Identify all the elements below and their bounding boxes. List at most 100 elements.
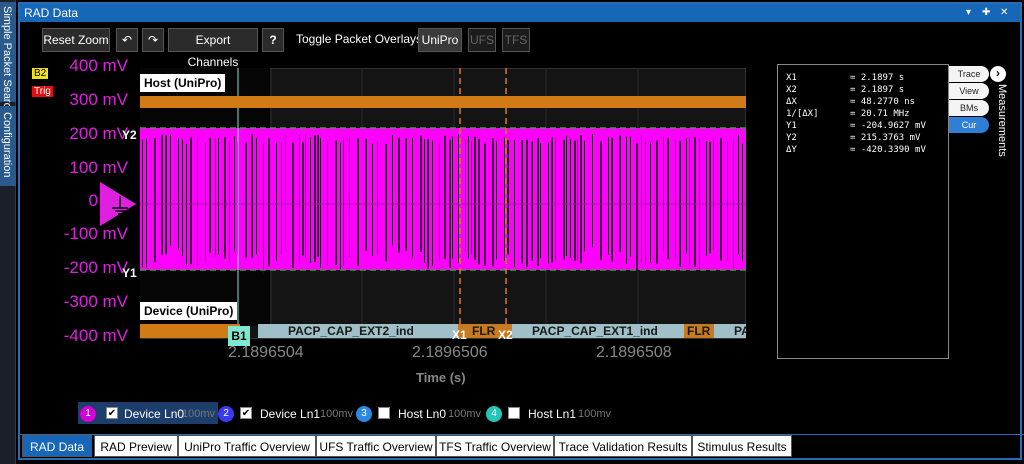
signal-gap <box>444 135 446 259</box>
y-tick: -300 mV <box>63 292 128 311</box>
overlay-unipro-toggle[interactable]: UniPro <box>418 28 462 52</box>
signal-gap <box>531 141 533 261</box>
channel-checkbox[interactable]: ✔ <box>106 407 118 419</box>
overlay-ufs-toggle[interactable]: UFS <box>468 28 496 52</box>
decode-segment-flr[interactable]: FLR <box>684 324 714 338</box>
signal-gap <box>619 135 621 252</box>
signal-gap <box>285 135 286 252</box>
channel-checkbox[interactable]: ✔ <box>240 407 252 419</box>
measurements-tab-cur[interactable]: Cur <box>949 117 989 133</box>
signal-gap <box>507 140 509 255</box>
reset-zoom-button[interactable]: Reset Zoom <box>42 28 110 52</box>
pin-icon[interactable]: ✚ <box>982 4 990 22</box>
signal-gap <box>555 137 556 261</box>
app-root: Simple Packet Search Configuration RAD D… <box>0 0 1024 464</box>
tab-trace-validation-results[interactable]: Trace Validation Results <box>554 435 692 457</box>
signal-gap <box>256 137 257 255</box>
signal-gap <box>317 134 319 257</box>
signal-gap <box>611 137 613 262</box>
signal-gap <box>709 141 711 254</box>
y2-cursor-label[interactable]: Y2 <box>122 128 137 142</box>
signal-gap <box>663 136 664 251</box>
measurements-tab-view[interactable]: View <box>949 83 989 99</box>
rail-tab-simple-packet-search[interactable]: Simple Packet Search <box>0 2 16 114</box>
measurements-side-label[interactable]: Measurements <box>996 84 1008 157</box>
channel-2[interactable]: 2 ✔ Device Ln1 100mv <box>218 404 358 424</box>
signal-gap <box>566 135 567 256</box>
signal-gap <box>251 134 253 258</box>
signal-gap <box>656 140 658 264</box>
tab-rad-preview[interactable]: RAD Preview <box>94 435 178 457</box>
tab-unipro-traffic-overview[interactable]: UniPro Traffic Overview <box>178 435 316 457</box>
tab-tfs-traffic-overview[interactable]: TFS Traffic Overview <box>436 435 554 457</box>
signal-gap <box>372 143 373 256</box>
signal-gap <box>521 140 523 264</box>
signal-gap <box>492 138 494 267</box>
measurements-tab-bms[interactable]: BMs <box>949 100 989 116</box>
signal-gap <box>365 138 367 251</box>
signal-gap <box>398 137 400 253</box>
channel-checkbox[interactable] <box>508 407 520 419</box>
overlay-tfs-toggle[interactable]: TFS <box>502 28 530 52</box>
x1-cursor-label[interactable]: X1 <box>452 328 467 342</box>
channel-1[interactable]: 1 ✔ Device Ln0 100mv <box>80 404 220 424</box>
signal-gap <box>689 136 690 267</box>
export-channels-button[interactable]: Export Channels <box>168 28 258 69</box>
redo-icon[interactable]: ↷ <box>142 28 164 52</box>
x-tick: 2.1896504 <box>228 344 304 361</box>
measurements-tab-trace[interactable]: Trace <box>949 66 989 82</box>
rail-tab-label: Configuration <box>1 112 13 178</box>
signal-gap <box>146 139 147 268</box>
y-tick: -100 mV <box>63 224 128 243</box>
help-button[interactable]: ? <box>262 28 284 52</box>
signal-gap <box>504 137 505 262</box>
toggle-overlays-label: Toggle Packet Overlays: <box>296 32 426 46</box>
x2-cursor-label[interactable]: X2 <box>498 328 513 342</box>
y-tick: 200 mV <box>69 124 128 143</box>
signal-gap <box>302 142 304 256</box>
expand-icon[interactable]: › <box>990 66 1006 82</box>
channel-name: Device Ln1 <box>260 407 321 421</box>
y-tick: -200 mV <box>63 258 128 277</box>
signal-gap <box>305 134 306 259</box>
signal-gap <box>281 141 282 255</box>
ground-marker-icon[interactable] <box>100 182 140 226</box>
close-icon[interactable]: ✕ <box>1000 4 1008 22</box>
y1-cursor-label[interactable]: Y1 <box>122 266 137 280</box>
rail-tab-configuration[interactable]: Configuration <box>0 106 16 186</box>
decode-segment[interactable]: PACP_CAP_EXT1_ind <box>512 324 684 338</box>
signal-gap <box>165 135 167 255</box>
channel-number-badge: 3 <box>356 406 372 422</box>
tab-rad-data[interactable]: RAD Data <box>22 435 92 457</box>
y-tick: -400 mV <box>63 326 128 345</box>
signal-gap <box>197 137 198 266</box>
tab-ufs-traffic-overview[interactable]: UFS Traffic Overview <box>316 435 436 457</box>
signal-gap <box>340 142 341 272</box>
signal-gap <box>276 142 277 261</box>
signal-gap <box>630 136 631 257</box>
measurements-panel: X1 = 2.1897 s X2 = 2.1897 s ΔX = 48.2770 ns… <box>777 64 949 359</box>
signal-gap <box>584 140 585 252</box>
device-lane-label: Device (UniPro) <box>140 302 238 320</box>
channel-3[interactable]: 3 Host Ln0 100mv <box>356 404 496 424</box>
signal-gap <box>357 138 359 266</box>
decode-segment[interactable]: PA <box>714 324 746 338</box>
dropdown-icon[interactable]: ▾ <box>966 4 971 22</box>
signal-gap <box>636 143 638 272</box>
tab-stimulus-results[interactable]: Stimulus Results <box>692 435 792 457</box>
b1-bookmark[interactable]: B1 <box>228 326 250 346</box>
signal-gap <box>650 142 651 263</box>
x-tick: 2.1896508 <box>596 344 672 361</box>
channel-checkbox[interactable] <box>378 407 390 419</box>
channel-4[interactable]: 4 Host Ln1 100mv <box>486 404 626 424</box>
host-lane-label: Host (UniPro) <box>140 74 226 92</box>
undo-icon[interactable]: ↶ <box>116 28 138 52</box>
signal-gap <box>706 141 707 256</box>
channel-scale: 100mv <box>578 408 612 420</box>
signal-gap <box>570 139 571 258</box>
decode-segment[interactable]: PACP_CAP_EXT2_ind <box>258 324 458 338</box>
channel-number-badge: 4 <box>486 406 502 422</box>
signal-gap <box>537 137 539 267</box>
signal-gap <box>471 141 472 255</box>
signal-gap <box>738 134 739 255</box>
